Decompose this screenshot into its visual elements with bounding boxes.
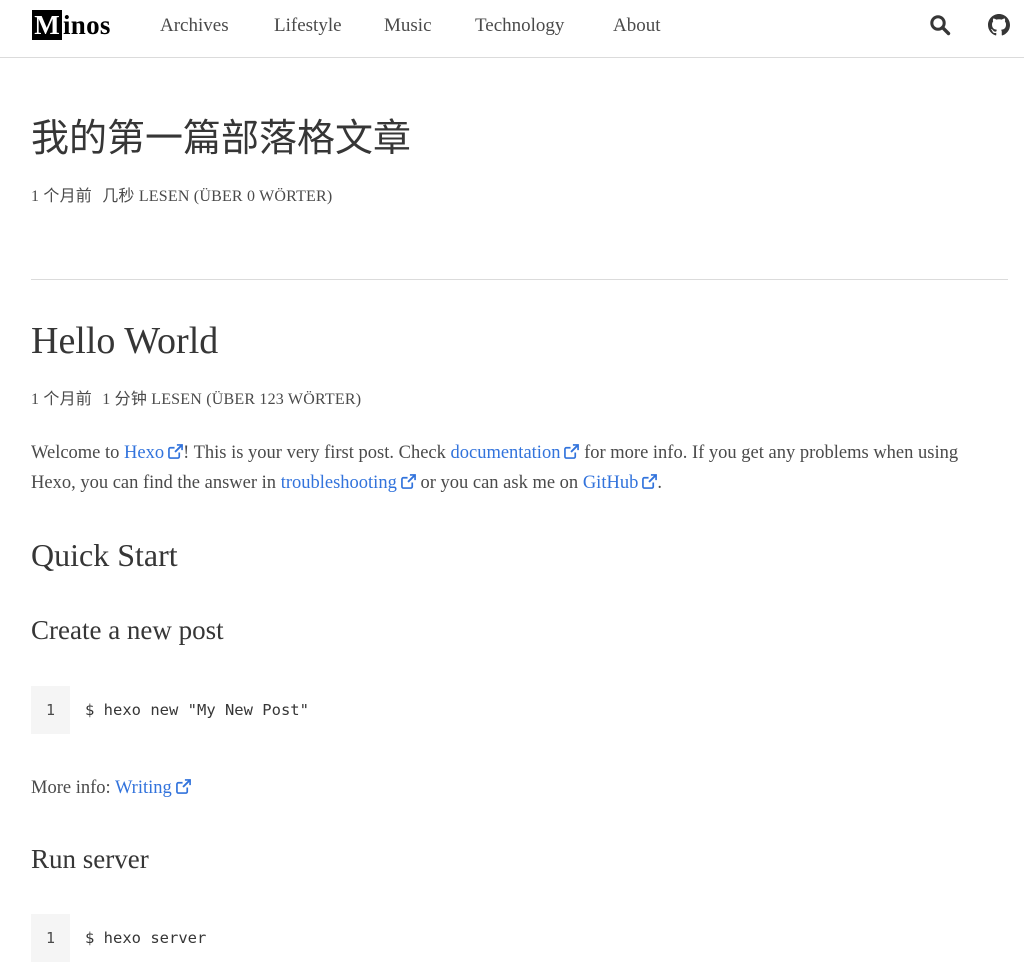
heading-create-post: Create a new post xyxy=(31,615,224,645)
nav-lifestyle[interactable]: Lifestyle xyxy=(274,13,342,39)
writing-link-text: Writing xyxy=(114,778,172,798)
navbar: Minos Archives Lifestyle Music Technolog… xyxy=(0,0,1024,58)
logo-text: inos xyxy=(63,9,111,40)
heading-quick-start: Quick Start xyxy=(31,537,178,573)
writing-link[interactable]: Writing xyxy=(115,778,191,798)
code-block-create: 1 $ hexo new "My New Post" xyxy=(31,686,1008,734)
post-date-1: 1 个月前 xyxy=(31,188,93,205)
search-icon[interactable] xyxy=(929,14,951,36)
logo-initial: M xyxy=(32,10,62,40)
nav-technology[interactable]: Technology xyxy=(475,13,564,39)
line-number: 1 xyxy=(31,686,70,734)
more-info-label: More info: xyxy=(31,778,115,798)
site-logo[interactable]: Minos xyxy=(32,10,111,40)
hexo-link-text: Hexo xyxy=(124,443,165,463)
external-link-icon xyxy=(400,474,416,489)
nav-archives[interactable]: Archives xyxy=(160,13,229,39)
post-date-2: 1 个月前 xyxy=(31,391,93,408)
post-title-2[interactable]: Hello World xyxy=(31,318,218,364)
intro-text-4: or you can ask me on xyxy=(415,473,583,493)
more-info: More info: Writing xyxy=(31,773,191,803)
post-meta-1: 1 个月前 几秒 LESEN (ÜBER 0 WÖRTER) xyxy=(31,182,338,206)
code-line: $ hexo new "My New Post" xyxy=(85,701,309,719)
github-link-text: GitHub xyxy=(582,473,639,493)
code-block-server: 1 $ hexo server xyxy=(31,914,1008,962)
documentation-link[interactable]: documentation xyxy=(451,443,580,463)
post-reading-time-1: 几秒 LESEN (ÜBER 0 WÖRTER) xyxy=(102,188,333,205)
external-link-icon xyxy=(564,444,580,459)
post-reading-time-2: 1 分钟 LESEN (ÜBER 123 WÖRTER) xyxy=(102,391,362,408)
github-link[interactable]: GitHub xyxy=(583,473,658,493)
intro-text-1: Welcome to xyxy=(31,443,125,463)
external-link-icon xyxy=(642,474,658,489)
hexo-link[interactable]: Hexo xyxy=(124,443,184,463)
post-title-1[interactable]: 我的第一篇部落格文章 xyxy=(31,116,411,162)
post-divider xyxy=(31,279,1008,280)
documentation-link-text: documentation xyxy=(450,443,561,463)
github-icon[interactable] xyxy=(988,14,1010,36)
code-line: $ hexo server xyxy=(85,929,207,947)
external-link-icon xyxy=(168,444,184,459)
heading-run-server: Run server xyxy=(31,844,149,874)
line-number: 1 xyxy=(31,914,70,962)
external-link-icon xyxy=(175,779,191,794)
intro-text-2: ! This is your very first post. Check xyxy=(183,443,451,463)
troubleshooting-link[interactable]: troubleshooting xyxy=(281,473,416,493)
intro-text-5: . xyxy=(657,473,662,493)
post-meta-2: 1 个月前 1 分钟 LESEN (ÜBER 123 WÖRTER) xyxy=(31,385,367,409)
troubleshooting-link-text: troubleshooting xyxy=(280,473,397,493)
intro-paragraph: Welcome to Hexo ! This is your very first… xyxy=(31,438,1001,498)
nav-about[interactable]: About xyxy=(613,13,661,39)
nav-music[interactable]: Music xyxy=(384,13,432,39)
